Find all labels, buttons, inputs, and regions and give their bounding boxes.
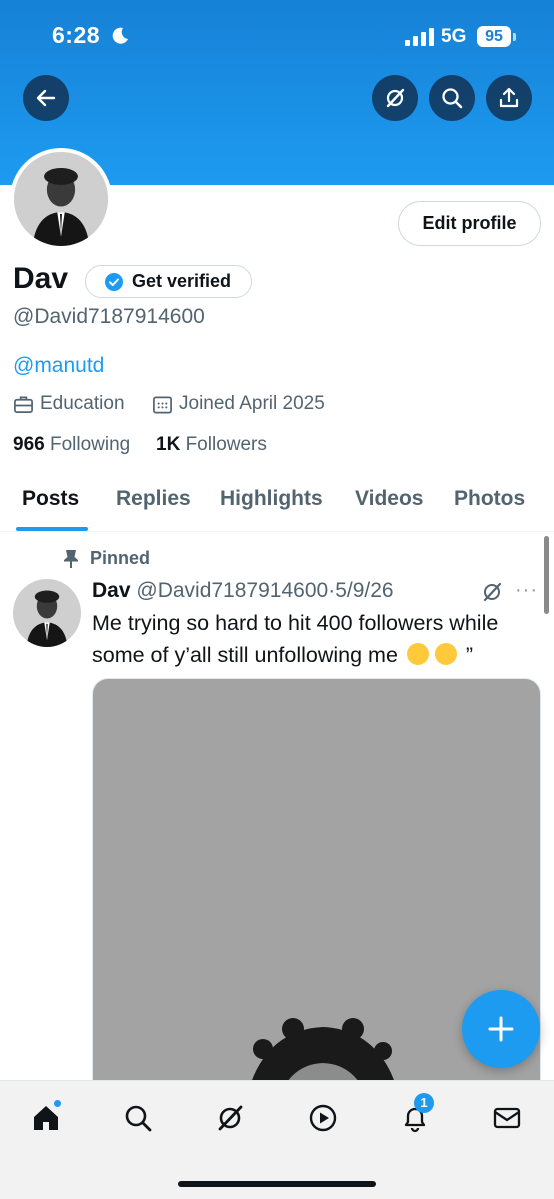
bio-mention-link[interactable]: @manutd xyxy=(13,354,104,378)
nav-notifications[interactable]: 1 xyxy=(398,1093,434,1135)
following-link[interactable]: 966 Following xyxy=(13,434,130,456)
status-time: 6:28 xyxy=(52,22,101,48)
search-icon xyxy=(442,88,463,109)
battery-icon: 95 xyxy=(477,26,511,47)
profile-avatar[interactable] xyxy=(10,148,112,250)
nav-home[interactable] xyxy=(29,1099,63,1135)
get-verified-button[interactable]: Get verified xyxy=(85,265,252,298)
nav-grok[interactable] xyxy=(213,1101,247,1135)
more-options-icon[interactable]: ··· xyxy=(515,579,538,602)
profile-handle: @David7187914600 xyxy=(13,305,205,328)
loudly-crying-face-icon xyxy=(406,643,429,665)
arrow-left-icon xyxy=(36,89,56,107)
messages-envelope-icon xyxy=(493,1107,521,1129)
signal-icon xyxy=(405,28,434,46)
share-icon xyxy=(499,87,519,108)
moon-icon xyxy=(112,27,128,44)
video-play-icon xyxy=(309,1104,337,1132)
tab-videos[interactable]: Videos xyxy=(355,487,423,511)
nav-search[interactable] xyxy=(121,1101,155,1135)
joined-label: Joined April 2025 xyxy=(179,393,325,414)
briefcase-icon xyxy=(14,395,33,413)
battery-tip xyxy=(513,33,516,41)
pinned-indicator: Pinned xyxy=(62,548,150,569)
network-label: 5G xyxy=(441,26,467,47)
nav-messages[interactable] xyxy=(490,1101,524,1135)
grok-icon[interactable] xyxy=(480,580,504,604)
edit-profile-button[interactable]: Edit profile xyxy=(398,201,541,246)
profile-category: Education xyxy=(13,393,125,415)
tab-photos[interactable]: Photos xyxy=(454,487,525,511)
active-tab-indicator xyxy=(16,527,88,531)
plus-icon xyxy=(488,1016,514,1042)
pin-icon xyxy=(64,549,78,568)
back-button[interactable] xyxy=(23,75,69,121)
followers-label: Followers xyxy=(185,434,267,455)
post-author-handle[interactable]: @David7187914600 xyxy=(136,579,328,602)
pensive-face-icon xyxy=(434,643,457,665)
avatar-image xyxy=(14,152,108,246)
search-button[interactable] xyxy=(429,75,475,121)
following-label: Following xyxy=(49,434,131,455)
status-bar: 6:28 5G 95 xyxy=(0,0,554,70)
profile-tabs: Posts Replies Highlights Videos Photos xyxy=(0,470,554,532)
profile-joined: Joined April 2025 xyxy=(152,393,325,415)
tab-posts[interactable]: Posts xyxy=(22,487,79,511)
category-label: Education xyxy=(40,393,125,414)
share-button[interactable] xyxy=(486,75,532,121)
verified-badge-icon xyxy=(105,272,123,291)
grok-icon xyxy=(218,1105,243,1131)
nav-video[interactable] xyxy=(306,1101,340,1135)
profile-name: Dav xyxy=(13,262,69,295)
post-text: Me trying so hard to hit 400 followers w… xyxy=(92,607,542,671)
post-header: Dav @David7187914600·5/9/26 xyxy=(92,579,394,603)
notification-badge: 1 xyxy=(414,1093,434,1113)
home-unread-dot xyxy=(53,1099,62,1108)
post-date[interactable]: 5/9/26 xyxy=(335,579,393,602)
get-verified-label: Get verified xyxy=(132,271,232,291)
following-count: 966 xyxy=(13,434,45,455)
grok-button[interactable] xyxy=(372,75,418,121)
home-indicator xyxy=(178,1181,376,1187)
calendar-icon xyxy=(153,395,172,413)
pinned-label: Pinned xyxy=(90,548,151,568)
post-author-name[interactable]: Dav xyxy=(92,579,131,602)
tab-replies[interactable]: Replies xyxy=(116,487,191,511)
followers-count: 1K xyxy=(156,434,181,455)
compose-post-button[interactable] xyxy=(462,990,540,1068)
post-text-tail: ” xyxy=(465,643,474,667)
avatar-image xyxy=(13,579,81,647)
search-icon xyxy=(125,1105,152,1132)
post-author-avatar[interactable] xyxy=(13,579,81,647)
followers-link[interactable]: 1K Followers xyxy=(156,434,267,456)
scrollbar[interactable] xyxy=(544,536,549,614)
tab-highlights[interactable]: Highlights xyxy=(220,487,323,511)
grok-icon xyxy=(386,88,405,108)
